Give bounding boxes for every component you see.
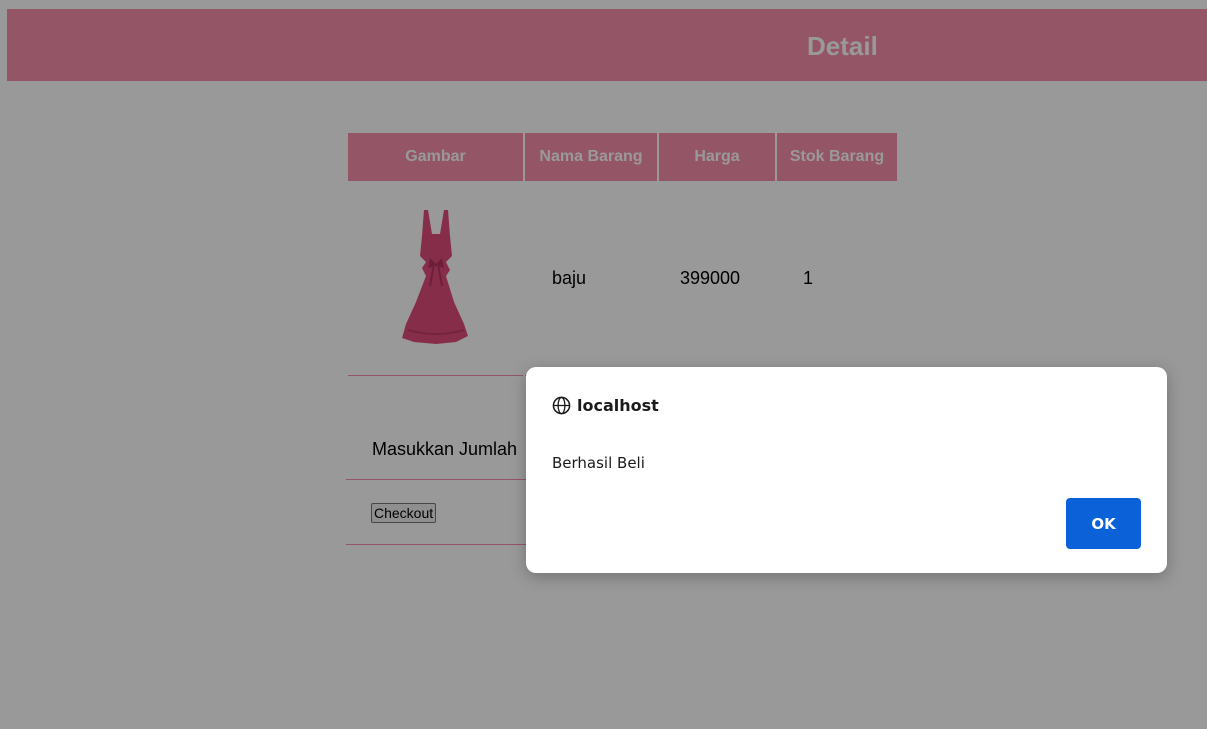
alert-dialog: localhost Berhasil Beli OK [526,367,1167,573]
ok-button[interactable]: OK [1066,498,1141,549]
dialog-message: Berhasil Beli [552,454,645,472]
globe-icon [552,396,571,415]
dialog-header: localhost [552,396,659,415]
dialog-origin: localhost [577,396,659,415]
modal-overlay [0,0,1207,729]
